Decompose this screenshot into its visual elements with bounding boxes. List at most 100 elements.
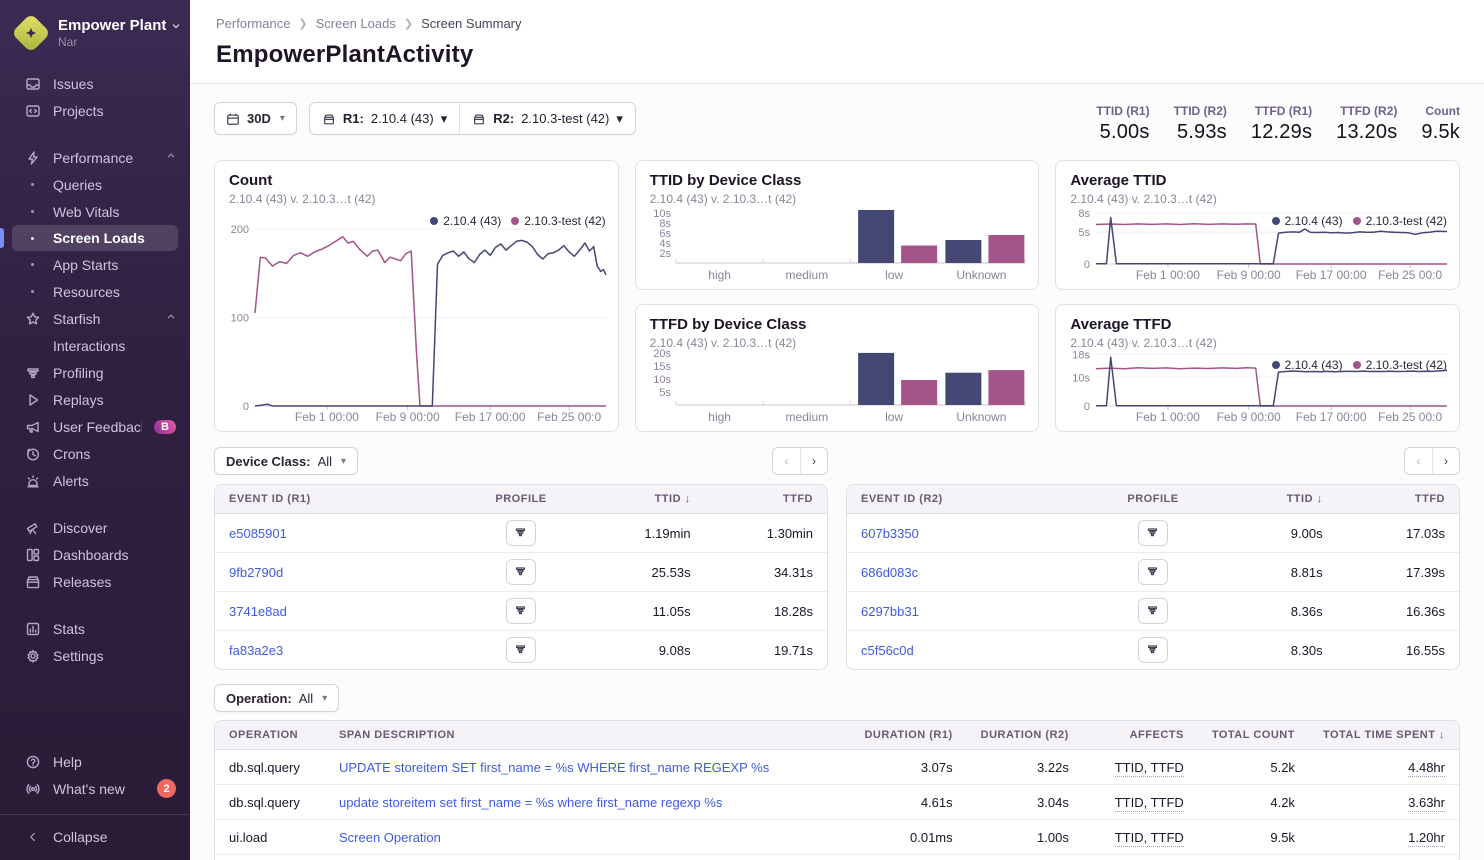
profile-button[interactable] [1138, 520, 1168, 546]
column-header-event-id-r1-[interactable]: EVENT ID (R1) [215, 485, 460, 514]
svg-text:Feb 1 00:00: Feb 1 00:00 [1136, 410, 1200, 424]
column-header-ttid[interactable]: TTID ↓ [1214, 485, 1336, 514]
svg-text:10s: 10s [653, 208, 671, 220]
event-id-link[interactable]: 9fb2790d [229, 565, 283, 580]
profile-cell-icon [1145, 642, 1160, 659]
sidebar-item-crons[interactable]: Crons [0, 440, 190, 467]
chart-plot: 2s4s6s8s10shighmediumlowUnknown [646, 203, 1031, 285]
profile-button[interactable] [506, 520, 536, 546]
breadcrumb-item[interactable]: Screen Loads [316, 16, 396, 31]
column-header-profile[interactable]: PROFILE [1092, 485, 1214, 514]
sidebar-item-issues[interactable]: Issues [0, 70, 190, 97]
pager-prev-button[interactable]: ‹ [773, 448, 800, 474]
sidebar-item-starfish[interactable]: Starfish [0, 305, 190, 332]
profile-cell-icon [513, 642, 528, 659]
ttfd-value: 18.28s [705, 592, 827, 631]
column-header-ttfd[interactable]: TTFD [1337, 485, 1459, 514]
profile-button[interactable] [506, 598, 536, 624]
chart-title: Count [229, 172, 604, 189]
duration-r1-value: 3.07s [850, 750, 966, 785]
profile-button[interactable] [506, 637, 536, 663]
total-time-spent-value[interactable]: 3.63hr [1408, 795, 1445, 812]
org-switcher[interactable]: Empower Plant Nar [0, 12, 190, 60]
sidebar-item-performance[interactable]: Performance [0, 144, 190, 171]
sidebar-item-dashboards[interactable]: Dashboards [0, 541, 190, 568]
event-id-link[interactable]: 3741e8ad [229, 604, 287, 619]
table-row: 607b3350 9.00s 17.03s [847, 514, 1459, 553]
chart-panel-avg_ttid[interactable]: Average TTID 2.10.4 (43) v. 2.10.3…t (42… [1055, 160, 1460, 290]
svg-text:0: 0 [1084, 401, 1090, 413]
column-header-affects[interactable]: AFFECTS [1083, 721, 1198, 750]
breadcrumb-item[interactable]: Performance [216, 16, 290, 31]
sidebar-item-replays[interactable]: Replays [0, 386, 190, 413]
event-id-link[interactable]: 6297bb31 [861, 604, 919, 619]
event-id-link[interactable]: 607b3350 [861, 526, 919, 541]
span-description-link[interactable]: Screen Operation [339, 830, 441, 845]
column-header-total-count[interactable]: TOTAL COUNT [1198, 721, 1309, 750]
profile-button[interactable] [506, 559, 536, 585]
event-id-link[interactable]: e5085901 [229, 526, 287, 541]
sidebar-item-stats[interactable]: Stats [0, 615, 190, 642]
chevron-down-icon: ▾ [441, 111, 448, 127]
sidebar-item-app-starts[interactable]: App Starts [0, 251, 190, 278]
sidebar-item-help[interactable]: Help [0, 748, 190, 775]
span-description-link[interactable]: update storeitem set first_name = %s whe… [339, 795, 722, 810]
column-header-profile[interactable]: PROFILE [460, 485, 582, 514]
table-row: 686d083c 8.81s 17.39s [847, 553, 1459, 592]
org-name: Empower Plant [58, 17, 166, 34]
org-subtitle: Nar [58, 35, 181, 49]
chart-panel-ttid_device[interactable]: TTID by Device Class 2.10.4 (43) v. 2.10… [635, 160, 1040, 290]
sidebar-item-interactions[interactable]: Interactions [0, 332, 190, 359]
pager-next-button[interactable]: › [1432, 448, 1459, 474]
sidebar-item-profiling[interactable]: Profiling [0, 359, 190, 386]
chart-subtitle: 2.10.4 (43) v. 2.10.3…t (42) [229, 192, 604, 206]
sidebar-item-user-feedback[interactable]: User FeedbackB [0, 413, 190, 440]
sidebar-item-queries[interactable]: Queries [0, 171, 190, 198]
pager-next-button[interactable]: › [800, 448, 827, 474]
profile-button[interactable] [1138, 598, 1168, 624]
chart-panel-ttfd_device[interactable]: TTFD by Device Class 2.10.4 (43) v. 2.10… [635, 304, 1040, 432]
span-description-link[interactable]: UPDATE storeitem SET first_name = %s WHE… [339, 760, 769, 775]
collapse-chevron-icon [24, 830, 41, 844]
affects-value[interactable]: TTID, TTFD [1115, 795, 1184, 812]
svg-text:Feb 17 00:00: Feb 17 00:00 [1296, 268, 1367, 282]
sidebar-item-collapse[interactable]: Collapse [0, 823, 190, 850]
date-range-selector[interactable]: 30D ▾ [214, 102, 297, 135]
operation-filter[interactable]: Operation: All ▾ [214, 684, 339, 712]
event-id-link[interactable]: fa83a2e3 [229, 643, 283, 658]
sidebar-item-what-s-new[interactable]: What's new2 [0, 775, 190, 802]
svg-text:Feb 25 00:0: Feb 25 00:0 [1378, 268, 1442, 282]
total-time-spent-value[interactable]: 4.48hr [1408, 760, 1445, 777]
column-header-span-description[interactable]: SPAN DESCRIPTION [325, 721, 850, 750]
sidebar-item-screen-loads[interactable]: Screen Loads [12, 225, 178, 251]
sidebar-item-resources[interactable]: Resources [0, 278, 190, 305]
device-class-filter[interactable]: Device Class: All ▾ [214, 447, 358, 475]
column-header-ttfd[interactable]: TTFD [705, 485, 827, 514]
sidebar-item-projects[interactable]: Projects [0, 97, 190, 124]
column-header-event-id-r2-[interactable]: EVENT ID (R2) [847, 485, 1092, 514]
chart-panel-avg_ttfd[interactable]: Average TTFD 2.10.4 (43) v. 2.10.3…t (42… [1055, 304, 1460, 432]
sidebar-item-settings[interactable]: Settings [0, 642, 190, 669]
total-time-spent-value[interactable]: 1.20hr [1408, 830, 1445, 847]
pager-prev-button[interactable]: ‹ [1405, 448, 1432, 474]
sidebar-item-discover[interactable]: Discover [0, 514, 190, 541]
release-r1-selector[interactable]: R1: 2.10.4 (43) ▾ [310, 103, 459, 134]
sidebar-item-alerts[interactable]: Alerts [0, 467, 190, 494]
affects-value[interactable]: TTID, TTFD [1115, 760, 1184, 777]
column-header-duration-r2-[interactable]: DURATION (R2) [967, 721, 1083, 750]
column-header-operation[interactable]: OPERATION [215, 721, 325, 750]
column-header-total-time-spent[interactable]: TOTAL TIME SPENT ↓ [1309, 721, 1459, 750]
column-header-duration-r1-[interactable]: DURATION (R1) [850, 721, 966, 750]
broadcast-icon [24, 781, 41, 797]
release-r2-selector[interactable]: R2: 2.10.3-test (42) ▾ [459, 103, 635, 134]
profile-button[interactable] [1138, 637, 1168, 663]
event-id-link[interactable]: c5f56c0d [861, 643, 914, 658]
column-header-ttid[interactable]: TTID ↓ [582, 485, 704, 514]
sidebar-item-releases[interactable]: Releases [0, 568, 190, 595]
profile-button[interactable] [1138, 559, 1168, 585]
sidebar-item-label: Dashboards [53, 547, 176, 563]
event-id-link[interactable]: 686d083c [861, 565, 918, 580]
sidebar-item-web-vitals[interactable]: Web Vitals [0, 198, 190, 225]
chart-panel-count[interactable]: Count 2.10.4 (43) v. 2.10.3…t (42)2.10.4… [214, 160, 619, 432]
affects-value[interactable]: TTID, TTFD [1115, 830, 1184, 847]
